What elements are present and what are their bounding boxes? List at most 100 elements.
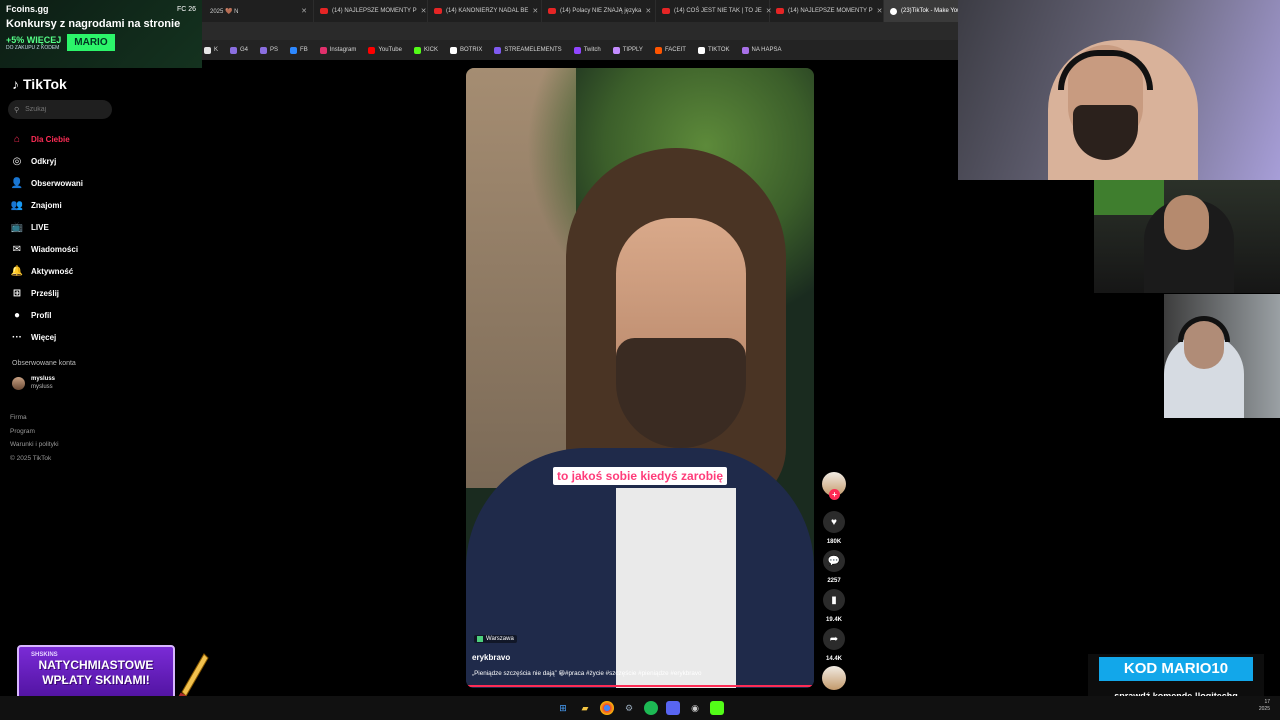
bookmark-label: FACEIT (664, 47, 686, 53)
sidebar-item-label: Odkryj (31, 156, 57, 166)
live-icon: 📺 (10, 221, 24, 233)
spotify-icon[interactable] (644, 701, 658, 715)
fcoins-overlay: Fcoins.gg FC 26 Konkursy z nagrodami na … (0, 0, 202, 68)
bookmark-icon (612, 46, 620, 54)
browser-tab-bar: 2025 🤎 N ✕ (14) NAJLEPSZE MOMENTY P ✕ (14) K… (200, 0, 960, 22)
share-button[interactable]: ➦ 14.4K (821, 628, 847, 662)
video-author[interactable]: erykbravo (472, 653, 510, 662)
footer-copyright: © 2025 TikTok (10, 454, 52, 462)
compass-icon: ◎ (12, 155, 22, 167)
browser-tab[interactable]: (23)TikTok - Make Your Day✕ (884, 0, 960, 22)
sidebar-item-activity[interactable]: 🔔 Aktywność (11, 260, 191, 282)
author-avatar-button[interactable]: + (821, 472, 847, 500)
following-icon: 👤 (10, 177, 24, 189)
windows-start-icon[interactable]: ⊞ (556, 701, 570, 715)
footer-link-company[interactable]: Firma (10, 411, 59, 425)
sidebar-item-following[interactable]: 👤 Obserwowani (11, 172, 191, 194)
browser-tab[interactable]: (14) NAJLEPSZE MOMENTY P ✕ (770, 0, 884, 22)
bookmark-item[interactable]: TIPPLY (612, 46, 643, 54)
sidebar-item-live[interactable]: 📺 LIVE (11, 216, 191, 238)
bookmark-item[interactable]: YouTube (368, 46, 402, 54)
more-icon: ··· (12, 331, 22, 343)
bookmark-icon (450, 46, 457, 54)
bookmark-icon (573, 46, 581, 54)
sidebar-item-profile[interactable]: ● Profil (11, 304, 191, 326)
bookmark-item[interactable]: Twitch (573, 46, 601, 54)
friends-icon: 👥 (10, 199, 24, 211)
sidebar-item-upload[interactable]: ⊞ Prześlij (11, 282, 191, 304)
bookmark-item[interactable]: BOTRIX (450, 46, 483, 54)
browser-tab[interactable]: (14) NAJLEPSZE MOMENTY P ✕ (314, 0, 428, 22)
bookmark-item[interactable]: TIKTOK (697, 46, 730, 54)
search-icon: ⚲ (14, 106, 20, 114)
video-player[interactable]: to jakoś sobie kiedyś zarobię Warszawa e… (466, 68, 814, 688)
file-explorer-icon[interactable]: ▰ (578, 701, 592, 715)
sidebar-item-messages[interactable]: ✉ Wiadomości (11, 238, 191, 260)
follow-plus-icon[interactable]: + (829, 489, 840, 500)
bookmark-item[interactable]: FACEIT (654, 46, 686, 54)
bookmark-label: NA HAPSA (751, 47, 782, 53)
close-tab-icon[interactable]: ✕ (532, 7, 538, 15)
bookmark-item[interactable]: NA HAPSA (741, 46, 782, 54)
bookmarks-bar: K G4 PS FB Instagram YouTube KICK BOTRIX STREAME… (200, 40, 960, 60)
followed-accounts-title: Obserwowane konta (12, 360, 76, 367)
bookmark-item[interactable]: FB (290, 46, 308, 54)
profile-icon: ● (13, 309, 21, 321)
webcam-guest-2 (1164, 294, 1280, 418)
bookmark-item[interactable]: K (204, 46, 218, 54)
taskbar-clock: 17 2025 (1259, 699, 1270, 713)
youtube-icon (548, 8, 556, 14)
youtube-icon (776, 8, 784, 14)
browser-tab-label: 2025 🤎 N (210, 8, 239, 15)
bookmark-label: BOTRIX (460, 47, 483, 53)
bookmark-item[interactable]: Instagram (319, 46, 357, 54)
sidebar-item-friends[interactable]: 👥 Znajomi (11, 194, 191, 216)
bookmark-label: Instagram (329, 47, 357, 53)
kick-icon[interactable] (710, 701, 724, 715)
browser-tab[interactable]: (14) COŚ JEST NIE TAK | TO JE ✕ (656, 0, 772, 22)
steam-icon[interactable]: ⚙ (622, 701, 636, 715)
comment-count: 2257 (827, 578, 841, 584)
close-tab-icon[interactable]: ✕ (877, 7, 883, 15)
comment-button[interactable]: 💬 2257 (821, 550, 847, 584)
obs-icon[interactable]: ◉ (688, 701, 702, 715)
bookmark-item[interactable]: STREAMELEMENTS (494, 46, 562, 54)
footer-link-program[interactable]: Program (10, 425, 59, 439)
comment-icon: 💬 (823, 550, 845, 572)
sidebar-item-compass[interactable]: ◎ Odkryj (11, 150, 191, 172)
sidebar-item-label: Więcej (31, 332, 57, 342)
tiktok-icon (890, 7, 897, 15)
search-box[interactable]: ⚲ (8, 100, 112, 119)
discord-icon[interactable] (666, 701, 680, 715)
video-progress-bar[interactable] (466, 685, 814, 687)
skins-line-2: WPŁATY SKINAMI! (42, 673, 150, 687)
youtube-icon (320, 8, 328, 14)
location-tag[interactable]: Warszawa (474, 635, 517, 643)
followed-account[interactable]: mysluss mysluss (12, 375, 55, 391)
music-disc-button[interactable] (821, 666, 847, 690)
sidebar-item-home[interactable]: ⌂ Dla Ciebie (11, 128, 191, 150)
like-button[interactable]: ♥ 180K (821, 511, 847, 545)
save-button[interactable]: ▮ 19.4K (821, 589, 847, 623)
close-tab-icon[interactable]: ✕ (301, 7, 307, 15)
video-subtitle: to jakoś sobie kiedyś zarobię (466, 467, 814, 485)
browser-tab[interactable]: 2025 🤎 N ✕ (200, 0, 314, 22)
footer-link-terms[interactable]: Warunki i polityki (10, 438, 59, 452)
bookmark-icon (260, 46, 268, 54)
close-tab-icon[interactable]: ✕ (421, 7, 427, 15)
browser-tab[interactable]: (14) Polacy NIE ZNAJĄ języka ✕ (542, 0, 656, 22)
bookmark-icon: ▮ (823, 589, 845, 611)
bookmark-item[interactable]: G4 (230, 46, 248, 54)
status-indicator: FC 26 (176, 5, 196, 13)
tiktok-logo[interactable]: ♪ TikTok (12, 76, 67, 92)
bookmark-label: TIKTOK (707, 47, 730, 53)
promo-title: Konkursy z nagrodami na stronie (6, 18, 181, 30)
search-input[interactable] (25, 106, 96, 113)
chrome-icon[interactable] (600, 701, 614, 715)
sidebar-item-more[interactable]: ··· Więcej (11, 326, 191, 348)
browser-tab[interactable]: (14) KANONIERZY NADAL BE ✕ (428, 0, 542, 22)
bookmark-item[interactable]: PS (260, 46, 278, 54)
bookmark-item[interactable]: KICK (413, 46, 438, 54)
address-bar[interactable] (200, 22, 960, 40)
close-tab-icon[interactable]: ✕ (645, 7, 651, 15)
